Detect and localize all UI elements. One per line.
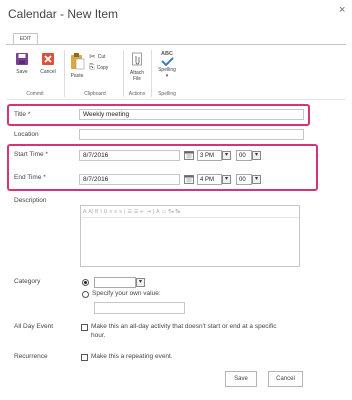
editor-toolbar-button[interactable]: ⇥ [147, 209, 151, 215]
chevron-down-icon[interactable]: ▾ [136, 278, 145, 287]
chevron-down-icon[interactable]: ▾ [252, 151, 261, 160]
close-icon[interactable]: × [339, 4, 345, 16]
editor-toolbar-button[interactable]: I [100, 209, 101, 215]
editor-toolbar-button[interactable]: ¶◂ [168, 209, 173, 215]
location-input[interactable] [79, 129, 304, 140]
group-separator [123, 50, 124, 97]
category-custom-input[interactable] [94, 302, 185, 314]
attach-file-button[interactable]: Attach File [126, 52, 148, 82]
group-spelling-label: Spelling [158, 91, 176, 97]
allday-label: All Day Event [14, 323, 54, 330]
location-label: Location [14, 131, 39, 138]
start-hour-select[interactable]: 3 PM [197, 150, 222, 161]
dialog-title: Calendar - New Item [8, 7, 119, 21]
cut-button-label: Cut [97, 53, 106, 60]
editor-toolbar-button[interactable]: A [83, 209, 86, 215]
ribbon-bottom-border [6, 99, 346, 100]
recurrence-label: Recurrence [14, 353, 48, 360]
editor-toolbar-button[interactable]: ≡ [119, 209, 122, 215]
editor-toolbar-button: | [152, 208, 155, 215]
editor-toolbar-button[interactable]: B [95, 209, 98, 215]
category-label: Category [14, 278, 41, 285]
chevron-down-icon: ▾ [165, 73, 169, 79]
group-clipboard-label: Clipboard [84, 91, 106, 97]
editor-toolbar-button[interactable]: ≡ [109, 209, 112, 215]
description-label: Description [14, 197, 47, 204]
end-time-label: End Time * [14, 174, 46, 181]
group-actions-label: Actions [128, 91, 146, 97]
cancel-button[interactable]: Cancel [36, 52, 60, 75]
editor-toolbar-button[interactable]: U [104, 209, 108, 215]
allday-description-line-1: Make this an all-day activity that doesn… [91, 323, 277, 330]
recurrence-checkbox[interactable] [81, 354, 88, 361]
editor-toolbar-button[interactable]: ▭ [161, 209, 166, 215]
cancel-button-label: Cancel [40, 69, 56, 75]
start-minute-select[interactable]: 00 [236, 150, 252, 161]
group-separator [64, 50, 65, 97]
end-hour-select[interactable]: 4 PM [197, 174, 222, 185]
spelling-icon: ABC [154, 51, 180, 67]
paste-button[interactable]: Paste [68, 52, 86, 79]
editor-toolbar-button: | [124, 208, 126, 215]
editor-toolbar-button[interactable]: ⇤ [140, 209, 144, 215]
cut-button[interactable]: ✂ Cut [89, 52, 105, 61]
chevron-down-icon[interactable]: ▾ [222, 151, 231, 160]
copy-button-label: Copy [96, 65, 109, 71]
cancel-icon [42, 53, 54, 65]
attach-file-label-2: File [132, 76, 142, 82]
editor-toolbar: A A| B I U ≡ ≡ ≡ | ☰ ☰ ⇤ ⇥ | A ▭ ¶◂ ¶▸ [81, 206, 299, 218]
recurrence-description: Make this a repeating event. [91, 353, 173, 360]
allday-description: Make this an all-day activity that doesn… [91, 322, 341, 340]
save-icon [16, 53, 28, 65]
editor-toolbar-button[interactable]: A [156, 209, 159, 215]
title-label: Title * [14, 111, 31, 118]
cancel-button[interactable]: Cancel [268, 371, 303, 387]
save-button[interactable]: Save [12, 52, 32, 75]
clipboard-icon [71, 53, 85, 70]
chevron-down-icon[interactable]: ▾ [252, 175, 261, 184]
end-minute-select[interactable]: 00 [236, 174, 252, 185]
start-date-input[interactable]: 8/7/2016 [79, 150, 180, 161]
editor-toolbar-button[interactable]: ≡ [114, 209, 117, 215]
group-separator [151, 50, 152, 97]
category-select[interactable] [94, 277, 136, 288]
category-radio-choice[interactable] [82, 279, 89, 286]
description-editor[interactable]: A A| B I U ≡ ≡ ≡ | ☰ ☰ ⇤ ⇥ | A ▭ ¶◂ ¶▸ [80, 205, 300, 267]
copy-icon: ⎘ [89, 64, 95, 71]
scissors-icon: ✂ [89, 52, 96, 61]
category-specify-label: Specify your own value: [92, 290, 161, 297]
calendar-icon[interactable] [184, 175, 194, 186]
save-button[interactable]: Save [225, 371, 257, 387]
end-date-input[interactable]: 8/7/2016 [79, 174, 180, 185]
check-icon [161, 57, 174, 67]
paste-button-label: Paste [70, 73, 84, 79]
category-radio-custom[interactable] [82, 291, 89, 298]
ribbon-divider [6, 44, 346, 45]
group-commit-label: Commit [26, 91, 44, 97]
start-time-label: Start Time * [14, 151, 48, 158]
save-button-label: Save [16, 69, 28, 75]
editor-toolbar-button[interactable]: A| [88, 209, 93, 215]
copy-button[interactable]: ⎘ Copy [89, 64, 108, 72]
spelling-button[interactable]: ABC Spelling ▾ [154, 51, 180, 79]
chevron-down-icon[interactable]: ▾ [222, 175, 231, 184]
editor-toolbar-button[interactable]: ¶▸ [175, 209, 180, 215]
paperclip-icon [132, 52, 142, 66]
editor-toolbar-button[interactable]: ☰ [134, 209, 138, 215]
title-input[interactable]: Weekly meeting [79, 109, 304, 120]
allday-checkbox[interactable] [81, 324, 88, 331]
allday-description-line-2: hour. [91, 332, 106, 339]
calendar-icon[interactable] [184, 151, 194, 162]
editor-toolbar-button[interactable]: ☰ [127, 209, 131, 215]
